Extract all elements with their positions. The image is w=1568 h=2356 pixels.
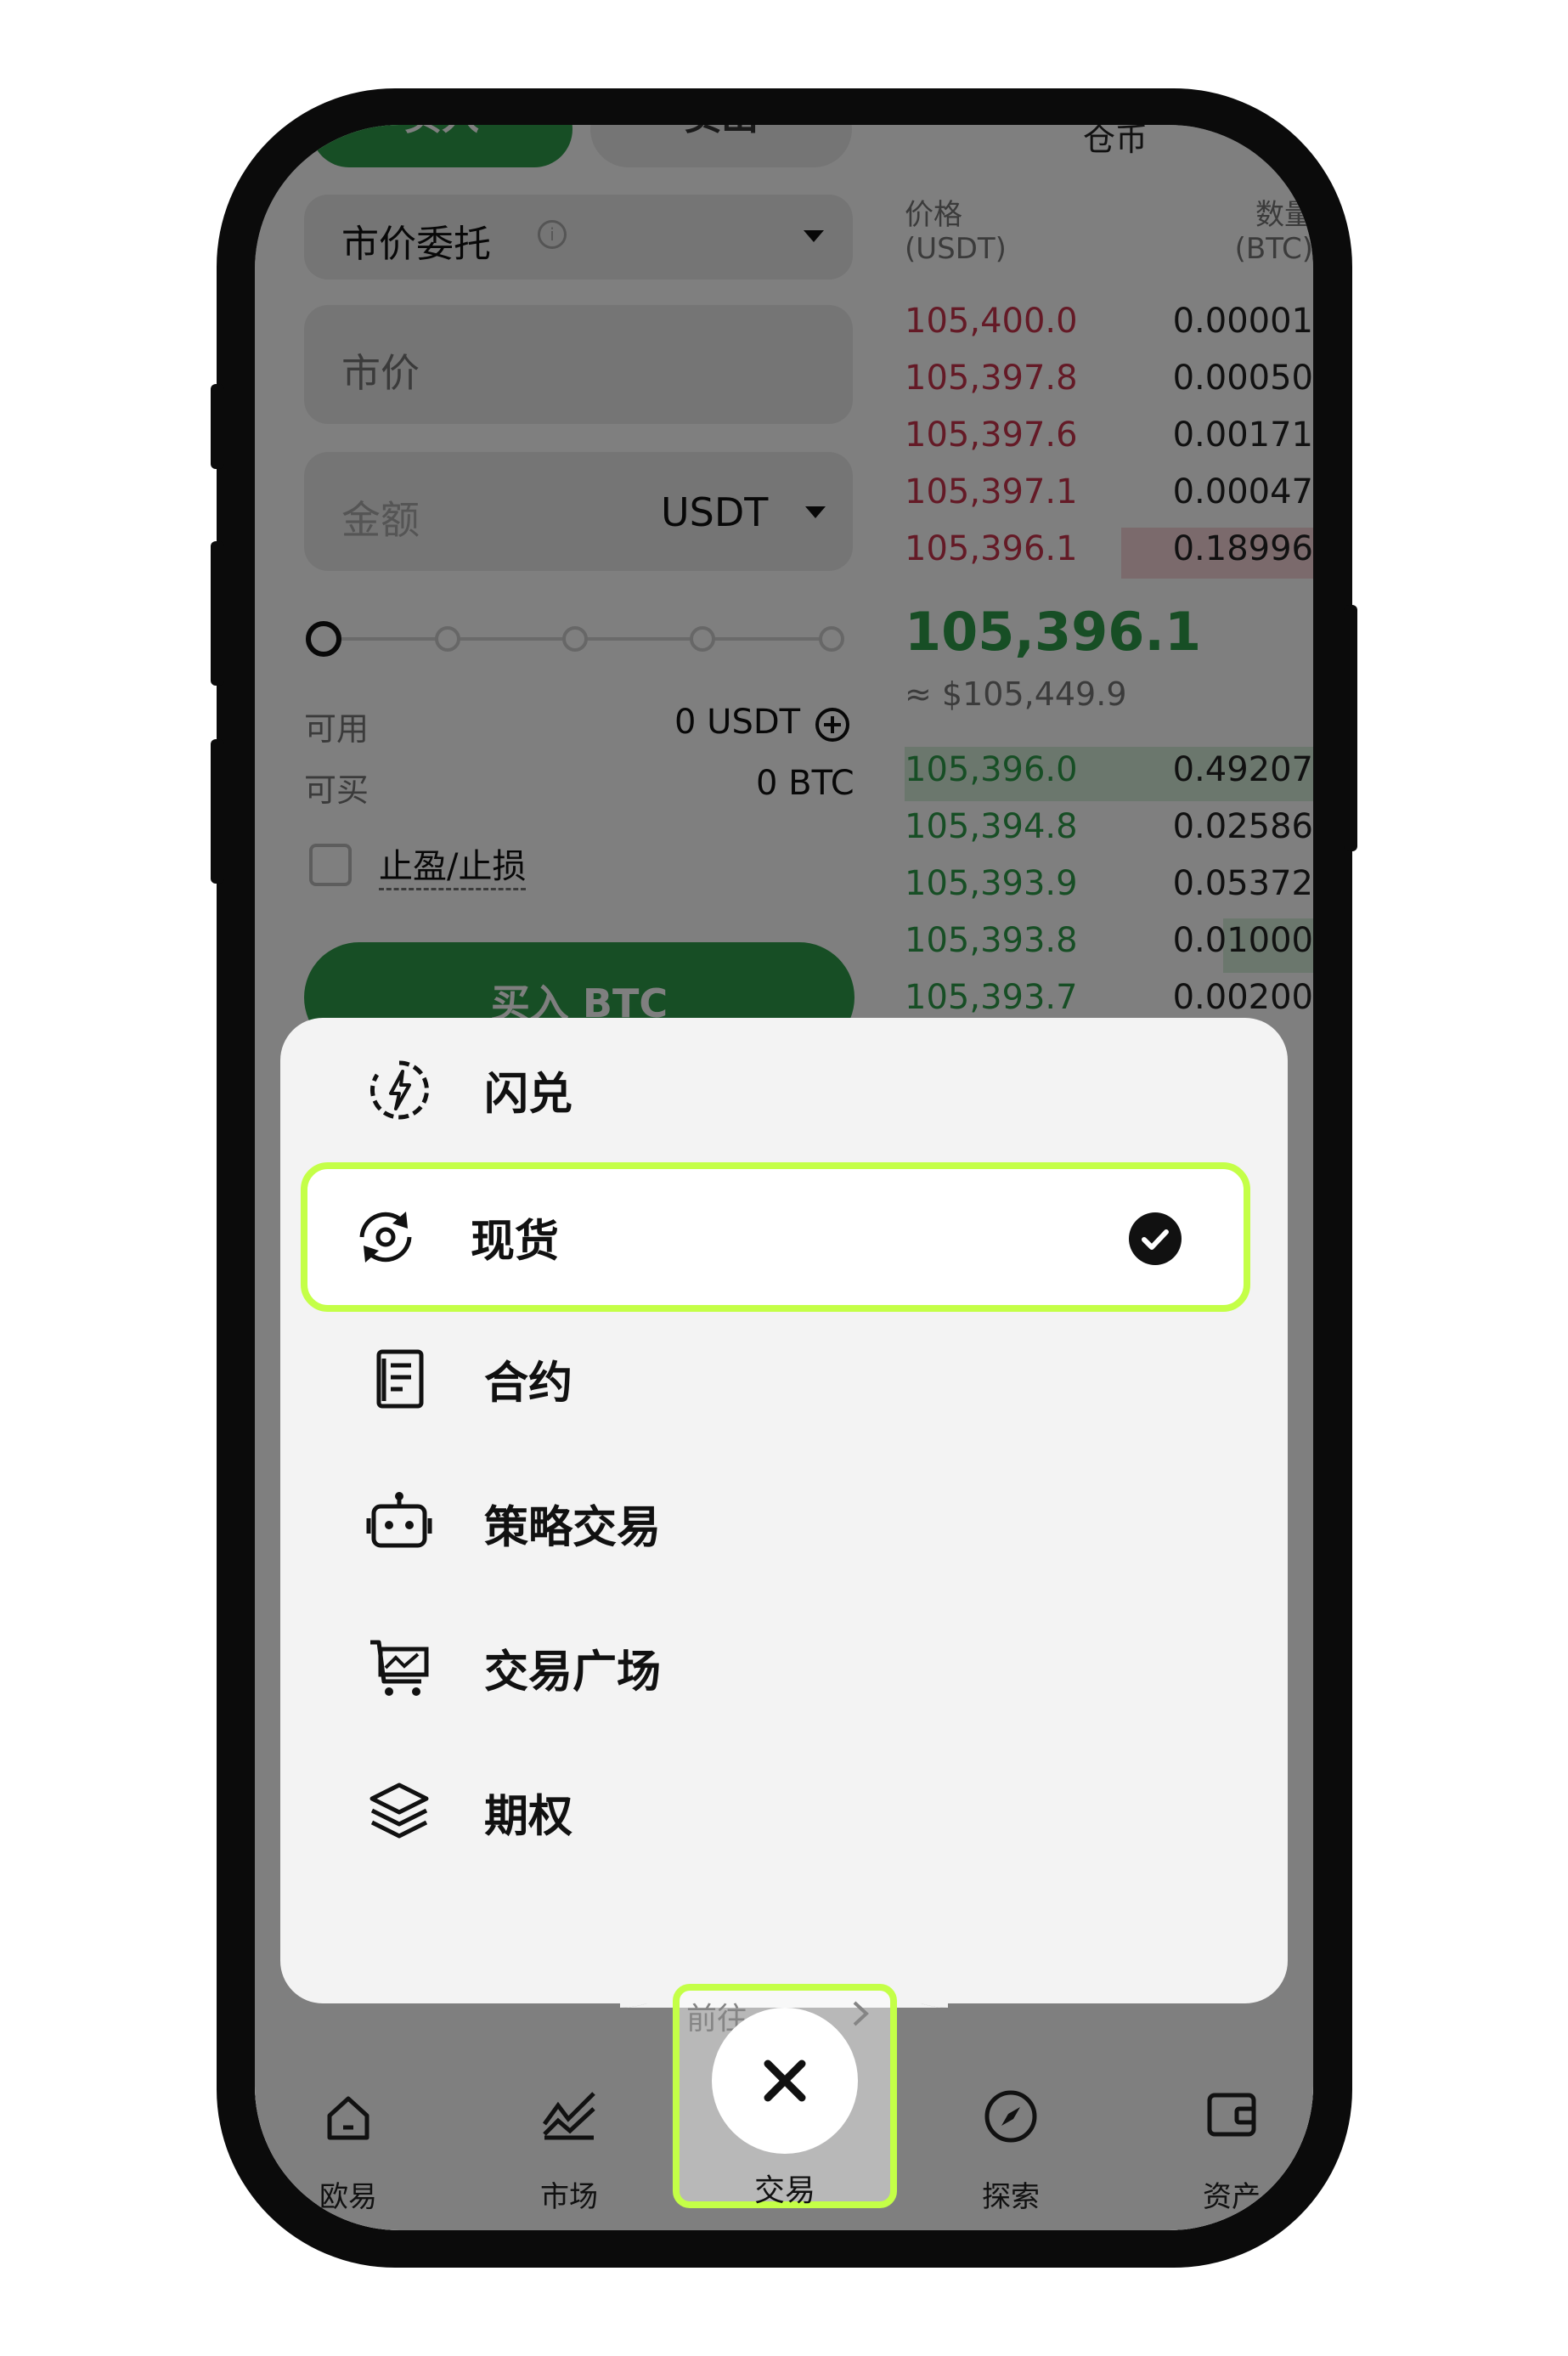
trade-square-icon	[370, 1640, 429, 1696]
flash-swap-icon	[369, 1060, 429, 1120]
menu-item-label: 闪兑	[484, 1069, 573, 1121]
menu-item-label: 策略交易	[484, 1502, 662, 1554]
menu-item-spot[interactable]: 现货	[301, 1162, 1250, 1312]
menu-item-label: 现货	[471, 1216, 560, 1268]
menu-item-flash-swap[interactable]: 闪兑	[280, 1018, 1288, 1162]
menu-item-options[interactable]: 期权	[280, 1740, 1288, 1884]
close-menu-button[interactable]	[712, 2008, 858, 2154]
phone-power-button	[1344, 605, 1357, 851]
contract-icon	[376, 1349, 424, 1409]
menu-item-label: 交易广场	[484, 1647, 662, 1698]
phone-side-button	[211, 384, 224, 469]
check-icon	[1129, 1212, 1182, 1265]
trade-type-menu: 闪兑 现货 合约 策略交易 交易广场 期权	[280, 1018, 1288, 2003]
nav-trade-label: 交易	[753, 2173, 815, 2208]
phone-side-button	[211, 739, 224, 884]
layers-icon	[369, 1783, 429, 1839]
menu-item-trade-square[interactable]: 交易广场	[280, 1596, 1288, 1740]
menu-item-contract[interactable]: 合约	[280, 1307, 1288, 1451]
menu-item-label: 期权	[484, 1791, 573, 1843]
phone-side-button	[211, 541, 224, 686]
robot-icon	[366, 1492, 432, 1548]
close-icon	[764, 2059, 806, 2102]
nav-trade[interactable]: 交易	[673, 1984, 897, 2208]
menu-item-strategy[interactable]: 策略交易	[280, 1451, 1288, 1596]
phone-screen: 买入 卖出 仓币 市价委托 i 市价 金额 USDT	[255, 125, 1313, 2230]
menu-item-label: 合约	[484, 1358, 573, 1410]
spot-icon	[359, 1212, 412, 1263]
